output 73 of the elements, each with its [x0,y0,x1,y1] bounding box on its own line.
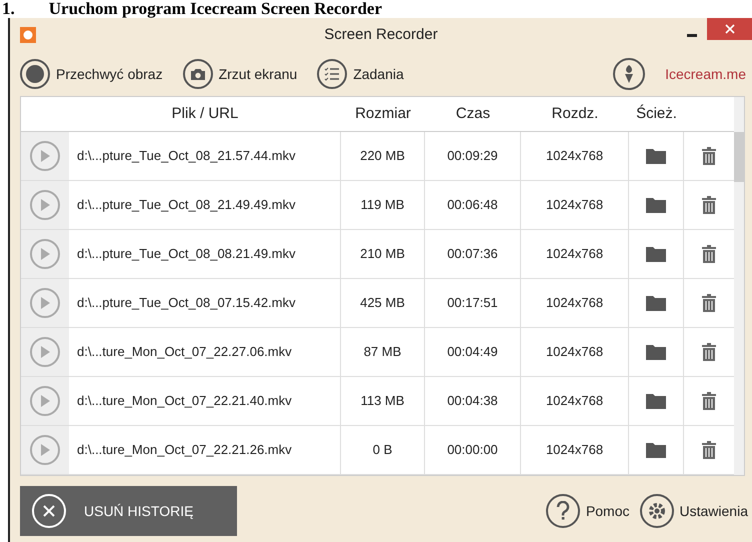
file-path: d:\...pture_Tue_Oct_08_21.57.44.mkv [69,132,341,180]
duration: 00:17:51 [425,279,521,327]
file-path: d:\...pture_Tue_Oct_08_08.21.49.mkv [69,230,341,278]
trash-icon[interactable] [702,343,716,361]
ice-cream-icon [613,58,646,90]
trash-icon[interactable] [702,441,716,459]
trash-icon[interactable] [702,245,716,263]
resolution: 1024x768 [521,181,629,229]
file-size: 425 MB [341,279,425,327]
folder-icon[interactable] [646,246,666,262]
brand-link[interactable]: Icecream.me [665,64,746,84]
footer-button[interactable]: Ustawienia [640,494,748,528]
resolution: 1024x768 [521,328,629,376]
column-header: Ścież. [635,104,678,124]
help-icon [546,494,580,528]
toolbar-button[interactable]: Zadania [317,59,404,89]
column-header: Rozdz. [550,104,600,124]
folder-icon[interactable] [646,295,666,311]
play-icon [40,248,50,260]
play-icon [40,444,50,456]
play-icon [40,199,50,211]
toolbar-button[interactable]: Zrzut ekranu [182,59,298,89]
resolution: 1024x768 [521,132,629,180]
file-path: d:\...pture_Tue_Oct_08_07.15.42.mkv [69,279,341,327]
trash-icon[interactable] [702,196,716,214]
play-icon [40,346,50,358]
app-logo-icon [20,27,36,43]
file-size: 0 B [341,426,425,474]
file-size: 119 MB [341,181,425,229]
resolution: 1024x768 [521,230,629,278]
duration: 00:00:00 [425,426,521,474]
duration: 00:04:49 [425,328,521,376]
settings-icon [640,494,674,528]
file-size: 113 MB [341,377,425,425]
close-icon [724,24,734,34]
resolution: 1024x768 [521,377,629,425]
folder-icon[interactable] [646,197,666,213]
footer-button[interactable]: Pomoc [546,494,630,528]
trash-icon[interactable] [702,392,716,410]
duration: 00:04:38 [425,377,521,425]
file-size: 210 MB [341,230,425,278]
folder-icon[interactable] [646,148,666,164]
column-header: Plik / URL [170,104,240,124]
folder-icon[interactable] [646,393,666,409]
play-icon [40,297,50,309]
file-path: d:\...ture_Mon_Oct_07_22.21.40.mkv [69,377,341,425]
trash-icon[interactable] [702,294,716,312]
column-header: Rozmiar [354,104,412,124]
folder-icon[interactable] [646,344,666,360]
file-path: d:\...ture_Mon_Oct_07_22.27.06.mkv [69,328,341,376]
record-icon [20,59,50,89]
folder-icon[interactable] [646,442,666,458]
close-button[interactable] [707,18,752,40]
resolution: 1024x768 [521,279,629,327]
toolbar-button[interactable]: Przechwyć obraz [20,59,163,89]
document-heading: 1. Uruchom program Icecream Screen Recorder [1,0,384,18]
file-path: d:\...pture_Tue_Oct_08_21.49.49.mkv [69,181,341,229]
resolution: 1024x768 [521,426,629,474]
column-header: Czas [454,104,492,124]
scrollbar-thumb[interactable] [734,132,744,182]
play-icon [40,150,50,162]
file-size: 220 MB [341,132,425,180]
file-size: 87 MB [341,328,425,376]
duration: 00:09:29 [425,132,521,180]
duration: 00:06:48 [425,181,521,229]
file-path: d:\...ture_Mon_Oct_07_22.21.26.mkv [69,426,341,474]
clear-history-button[interactable]: USUŃ HISTORIĘ [20,486,237,536]
trash-icon[interactable] [702,147,716,165]
checklist-icon [317,59,348,89]
camera-icon [182,59,213,89]
duration: 00:07:36 [425,230,521,278]
play-icon [40,395,50,407]
window-title: Screen Recorder [324,24,438,45]
